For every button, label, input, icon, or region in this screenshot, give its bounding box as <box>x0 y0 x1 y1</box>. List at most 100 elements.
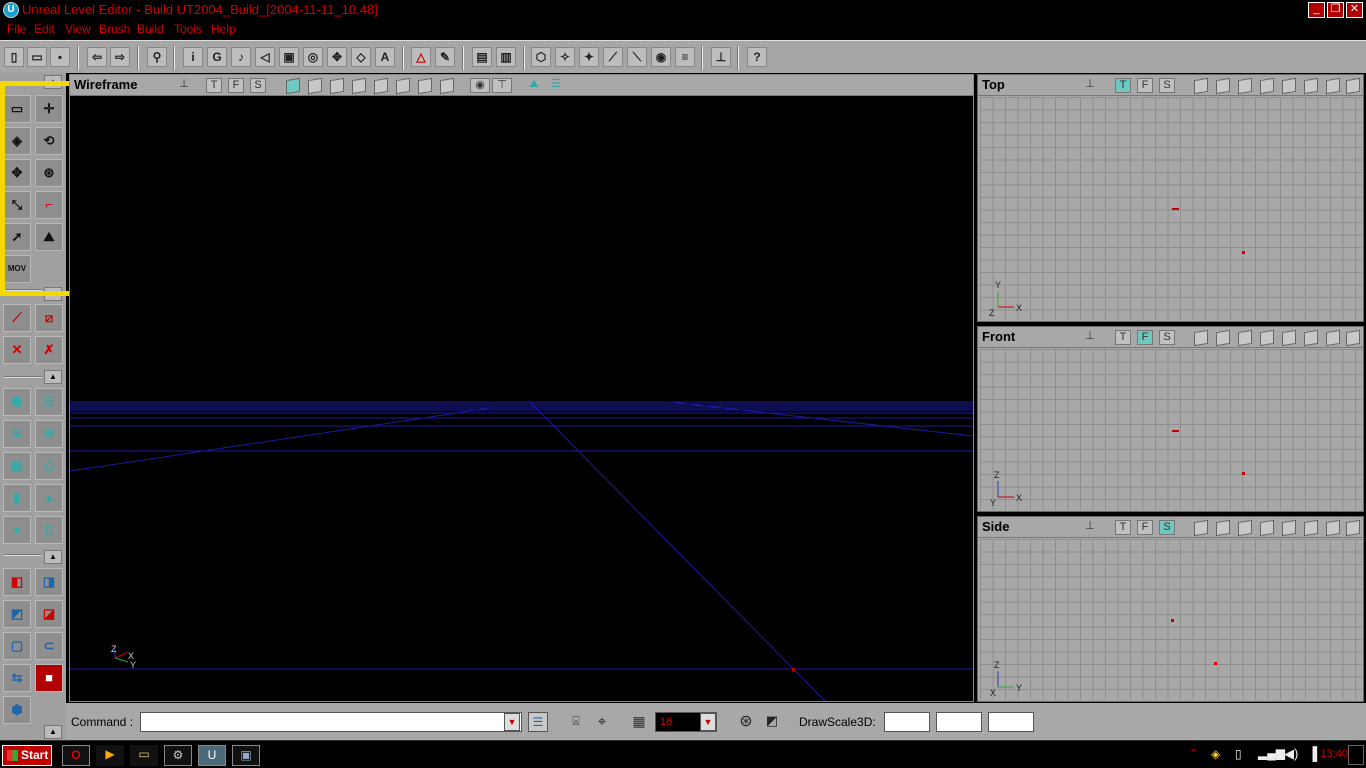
lighting-only-view-icon[interactable] <box>1346 77 1360 95</box>
textured-view-icon[interactable] <box>1260 329 1274 347</box>
show-desktop-button[interactable] <box>1348 745 1364 765</box>
viewport-title[interactable]: Top <box>982 77 1005 92</box>
grid-toggle-icon[interactable]: ☰ <box>548 78 564 93</box>
new-map-icon[interactable]: ▯ <box>4 47 24 67</box>
group-browser-icon[interactable]: G <box>207 47 227 67</box>
bsp-view-icon[interactable] <box>330 77 344 95</box>
section-collapse-button[interactable]: ▲ <box>44 550 62 564</box>
play-level-icon[interactable]: ⊥ <box>711 47 731 67</box>
clip-segment-icon[interactable]: ⟋ <box>3 304 31 332</box>
section-collapse-button[interactable]: ▲ <box>44 370 62 384</box>
media-player-icon[interactable]: ▶ <box>96 745 124 766</box>
spiral-stairs-icon[interactable]: ≣ <box>35 420 63 448</box>
player-start-marker[interactable] <box>1172 208 1179 210</box>
cube-builder-icon[interactable]: ⬢ <box>3 388 31 416</box>
clip-delete-icon[interactable]: ✗ <box>35 336 63 364</box>
textured-view-icon[interactable] <box>1260 77 1274 95</box>
depth-view-icon[interactable] <box>396 77 410 95</box>
opera-icon[interactable]: O <box>62 745 90 766</box>
actor-class-browser-icon[interactable]: i <box>183 47 203 67</box>
add-volume-icon[interactable]: ⇆ <box>3 664 31 692</box>
textured-view-icon[interactable] <box>352 77 366 95</box>
clip-split-icon[interactable]: ⧄ <box>35 304 63 332</box>
zone-view-icon[interactable] <box>308 77 322 95</box>
bsp-view-icon[interactable] <box>1238 77 1252 95</box>
context-help-icon[interactable]: ? <box>747 47 767 67</box>
find-actors-icon[interactable]: ⚲ <box>147 47 167 67</box>
network-icon[interactable]: ▂▄▆ <box>1258 746 1285 760</box>
build-paths-icon[interactable]: ⟋ <box>603 47 623 67</box>
build-changed-paths-icon[interactable]: ⟍ <box>627 47 647 67</box>
csg-deintersect-icon[interactable]: ◪ <box>35 600 63 628</box>
csg-subtract-icon[interactable]: ◨ <box>35 568 63 596</box>
maximize-button[interactable]: ❐ <box>1327 2 1344 18</box>
unlit-view-icon[interactable] <box>1326 519 1340 537</box>
menu-view[interactable]: View <box>65 20 91 39</box>
zone-view-icon[interactable] <box>1216 519 1230 537</box>
menu-help[interactable]: Help <box>211 20 236 39</box>
unlit-view-icon[interactable] <box>1326 329 1340 347</box>
build-all-icon[interactable]: ◉ <box>651 47 671 67</box>
tray-misc-icon[interactable]: ▐ <box>1308 746 1317 761</box>
build-geometry-icon[interactable]: ⬡ <box>531 47 551 67</box>
bsp-view-icon[interactable] <box>1238 519 1252 537</box>
wireframe-view-icon[interactable] <box>1194 77 1208 95</box>
tray-device-icon[interactable]: ▯ <box>1235 747 1242 761</box>
actor-marker[interactable] <box>1242 472 1245 475</box>
wireframe-view-icon[interactable] <box>286 77 300 95</box>
matinee-icon[interactable]: ✎ <box>435 47 455 67</box>
save-map-icon[interactable]: ▪ <box>50 47 70 67</box>
sheet-builder-icon[interactable]: ◇ <box>35 452 63 480</box>
realtime-preview-icon[interactable]: ◉ <box>470 78 490 93</box>
minimize-button[interactable]: _ <box>1308 2 1325 18</box>
mode-s-button[interactable]: S <box>1159 330 1175 345</box>
unlit-view-icon[interactable] <box>1326 77 1340 95</box>
mode-s-button[interactable]: S <box>1159 78 1175 93</box>
command-history-dropdown[interactable]: ▼ <box>504 713 520 731</box>
unlit-view-icon[interactable] <box>418 77 432 95</box>
prefab-browser-icon[interactable]: ▥ <box>496 47 516 67</box>
lighting-only-view-icon[interactable] <box>1346 519 1360 537</box>
actor-marker[interactable] <box>792 668 795 671</box>
tray-app-icon[interactable]: ◈ <box>1211 747 1220 761</box>
tray-expand-icon[interactable]: ⌃ <box>1189 747 1198 760</box>
unreal-icon[interactable]: U <box>3 2 19 18</box>
mode-s-button[interactable]: S <box>1159 520 1175 535</box>
unreal-editor-task-icon[interactable]: U <box>198 745 226 766</box>
lighting-only-view-icon[interactable] <box>440 77 454 95</box>
menu-file[interactable]: File <box>7 20 26 39</box>
open-map-icon[interactable]: ▭ <box>27 47 47 67</box>
build-light-selected-icon[interactable]: ✦ <box>579 47 599 67</box>
build-options-icon[interactable]: ≡ <box>675 47 695 67</box>
lighting-only-view-icon[interactable] <box>1346 329 1360 347</box>
mode-t-button[interactable]: T <box>206 78 222 93</box>
lock-selection-icon[interactable]: ⍓ <box>569 714 583 730</box>
lighting-view-icon[interactable] <box>1282 519 1296 537</box>
animation-browser-icon[interactable]: ✥ <box>327 47 347 67</box>
drawscale-y-input[interactable] <box>936 712 982 732</box>
build-lighting-icon[interactable]: ✧ <box>555 47 575 67</box>
start-button[interactable]: Start <box>2 745 52 766</box>
lighting-view-icon[interactable] <box>374 77 388 95</box>
redo-icon[interactable]: ⇨ <box>110 47 130 67</box>
mode-t-button[interactable]: T <box>1115 330 1131 345</box>
rotation-snap-icon[interactable]: ⊛ <box>735 712 757 732</box>
csg-add-icon[interactable]: ◧ <box>3 568 31 596</box>
mode-f-button[interactable]: F <box>1137 330 1153 345</box>
music-browser-icon[interactable]: ♪ <box>231 47 251 67</box>
joystick-icon[interactable]: ⊥ <box>1082 78 1098 93</box>
terrain-builder-icon[interactable]: ▦ <box>3 452 31 480</box>
stairs-builder-icon[interactable]: ☰ <box>35 388 63 416</box>
undo-icon[interactable]: ⇦ <box>87 47 107 67</box>
mode-f-button[interactable]: F <box>228 78 244 93</box>
side-viewport[interactable]: Side ⊥ T F S Z Y X <box>977 516 1364 702</box>
depth-view-icon[interactable] <box>1304 77 1318 95</box>
csg-intersect-icon[interactable]: ◩ <box>3 600 31 628</box>
cone-builder-icon[interactable]: ▲ <box>35 484 63 512</box>
window-task-icon[interactable]: ▣ <box>232 745 260 766</box>
cylinder-builder-icon[interactable]: ▮ <box>3 484 31 512</box>
depth-view-icon[interactable] <box>1304 519 1318 537</box>
close-button[interactable]: ✕ <box>1346 2 1363 18</box>
ortho-grid[interactable]: Z Y X <box>980 539 1362 700</box>
joystick-icon[interactable]: ⊥ <box>1082 520 1098 535</box>
